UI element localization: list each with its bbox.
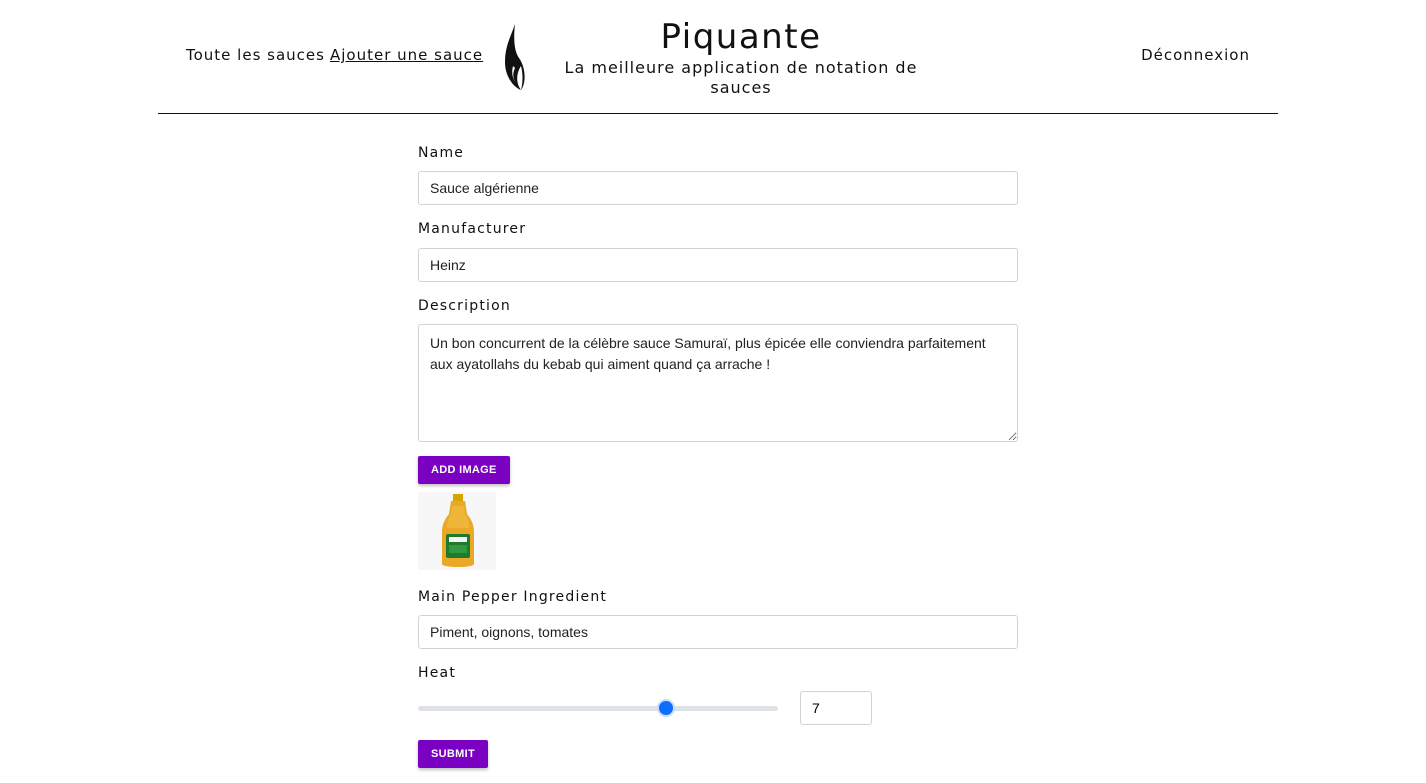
- description-textarea[interactable]: Un bon concurrent de la célèbre sauce Sa…: [418, 324, 1018, 442]
- site-subtitle: La meilleure application de notation de …: [564, 58, 918, 97]
- manufacturer-input[interactable]: [418, 248, 1018, 282]
- heat-number-input[interactable]: [800, 691, 872, 725]
- heat-label: Heat: [418, 665, 457, 681]
- logout-link[interactable]: Déconnexion: [1141, 46, 1250, 64]
- name-label: Name: [418, 145, 465, 161]
- nav-add-sauce-link[interactable]: Ajouter une sauce: [330, 46, 483, 64]
- submit-button[interactable]: SUBMIT: [418, 740, 488, 768]
- brand: Piquante La meilleure application de not…: [558, 16, 924, 98]
- heat-slider-thumb[interactable]: [657, 699, 676, 717]
- nav-all-sauces-link[interactable]: Toute les sauces: [186, 46, 325, 64]
- flame-logo-icon: [505, 24, 525, 90]
- pepper-label: Main Pepper Ingredient: [418, 589, 608, 605]
- manufacturer-label: Manufacturer: [418, 221, 527, 237]
- add-image-button[interactable]: ADD IMAGE: [418, 456, 510, 484]
- site-header: Toute les sauces Ajouter une sauce Piqua…: [158, 0, 1278, 114]
- site-title: Piquante: [660, 17, 822, 57]
- sauce-bottle-image: [418, 492, 496, 570]
- pepper-input[interactable]: [418, 615, 1018, 649]
- heat-slider-track[interactable]: [418, 706, 778, 711]
- name-input[interactable]: [418, 171, 1018, 205]
- description-label: Description: [418, 298, 511, 314]
